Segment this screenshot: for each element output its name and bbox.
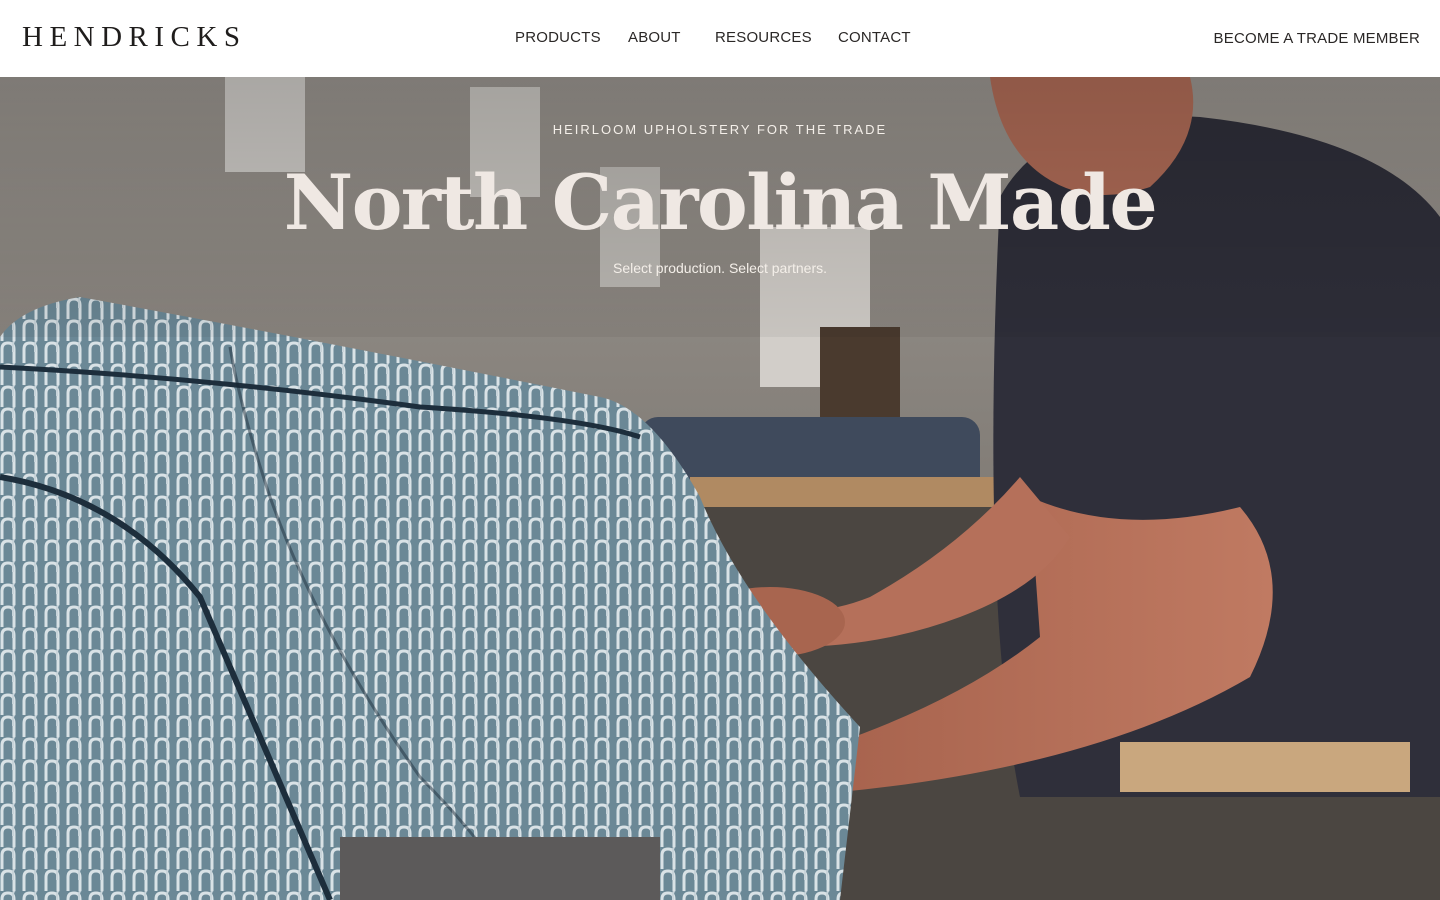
nav-item-products[interactable]: PRODUCTS bbox=[515, 29, 601, 47]
hero-section: HEIRLOOM UPHOLSTERY FOR THE TRADE North … bbox=[0, 77, 1440, 900]
nav-item-about[interactable]: ABOUT bbox=[628, 29, 681, 47]
hero-subtitle: Select production. Select partners. bbox=[612, 260, 827, 276]
hero-eyebrow: HEIRLOOM UPHOLSTERY FOR THE TRADE bbox=[552, 122, 888, 137]
nav-item-resources[interactable]: RESOURCES bbox=[715, 29, 812, 47]
become-trade-member-link[interactable]: BECOME A TRADE MEMBER bbox=[1214, 30, 1420, 48]
site-header: HENDRICKS PRODUCTS ABOUT RESOURCES CONTA… bbox=[0, 0, 1440, 77]
nav-item-contact[interactable]: CONTACT bbox=[838, 29, 911, 47]
hero-title: North Carolina Made bbox=[283, 158, 1158, 247]
